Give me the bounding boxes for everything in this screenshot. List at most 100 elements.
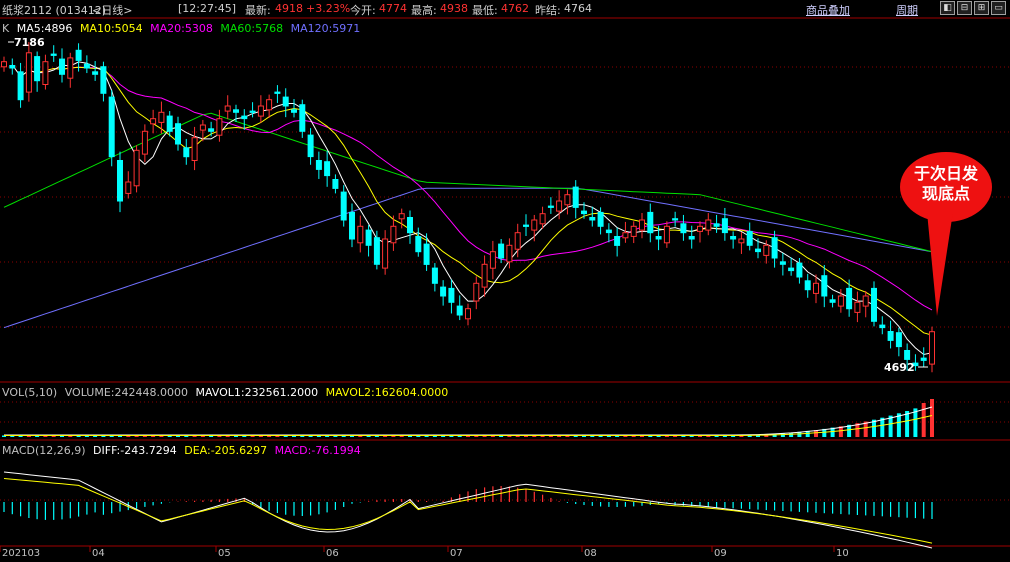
callout-line2: 现底点	[921, 184, 970, 203]
candle-body-40	[332, 179, 339, 189]
candle-body-36	[299, 104, 306, 132]
candle-body-80	[663, 225, 670, 244]
candle-body-103	[854, 301, 861, 313]
x-label-6: 09	[714, 548, 727, 559]
candle-body-57	[473, 282, 480, 302]
candle-body-99	[821, 275, 828, 297]
candle-body-42	[349, 211, 355, 240]
candle-body-8	[67, 57, 74, 79]
candle-body-15	[125, 181, 132, 194]
candle-body-77	[639, 219, 645, 231]
candle-body-84	[697, 225, 703, 232]
volume-bar-109	[905, 411, 910, 437]
candle-body-18	[150, 118, 157, 125]
candle-body-5	[42, 61, 49, 85]
candle-body-47	[390, 225, 397, 244]
candle-body-0	[1, 61, 7, 68]
candle-body-87	[721, 218, 728, 234]
candle-body-64	[531, 219, 538, 231]
candle-body-31	[257, 105, 264, 117]
candle-body-11	[92, 71, 99, 75]
candle-body-34	[282, 96, 289, 107]
candle-body-92	[763, 244, 770, 256]
candle-body-112	[929, 331, 935, 365]
candle-body-104	[862, 295, 869, 307]
candle-body-89	[738, 238, 745, 244]
candle-body-86	[713, 223, 720, 227]
candle-body-67	[556, 200, 563, 212]
candle-body-1	[9, 65, 16, 69]
candle-body-102	[846, 287, 853, 310]
x-label-5: 08	[584, 548, 597, 559]
candle-body-52	[431, 267, 438, 284]
candle-body-41	[340, 191, 347, 221]
candle-body-78	[647, 211, 654, 234]
candle-body-22	[183, 147, 190, 158]
candle-body-62	[514, 232, 521, 250]
x-label-0: 202103	[2, 548, 41, 559]
candle-body-56	[465, 308, 471, 320]
candle-body-21	[175, 123, 181, 145]
x-label-2: 05	[218, 548, 231, 559]
candle-body-32	[266, 99, 273, 111]
candle-body-16	[133, 149, 140, 187]
candle-body-59	[489, 251, 496, 269]
candle-body-90	[746, 230, 753, 246]
candle-body-63	[523, 224, 529, 227]
volume-bar-111	[921, 403, 926, 437]
candle-body-70	[581, 210, 587, 215]
candle-body-74	[614, 236, 621, 246]
candle-body-25	[208, 128, 215, 132]
candle-body-7	[59, 58, 65, 75]
volume-bar-110	[913, 408, 918, 437]
candle-body-101	[837, 295, 844, 307]
candle-body-85	[705, 219, 712, 231]
macd-dea-line	[3, 478, 933, 544]
candle-body-105	[871, 287, 877, 322]
candle-body-13	[108, 96, 115, 158]
candle-body-17	[141, 130, 148, 155]
kline-chart[interactable]: 7186 4692	[0, 0, 1010, 562]
candle-body-30	[249, 110, 256, 113]
candle-body-19	[158, 111, 165, 123]
candle-body-37	[307, 134, 314, 158]
candle-body-98	[813, 282, 819, 294]
candle-body-23	[191, 137, 198, 161]
candle-body-33	[274, 91, 281, 94]
candle-body-58	[481, 263, 488, 288]
candle-body-93	[771, 237, 778, 259]
candle-body-60	[498, 243, 505, 259]
ma5-line	[11, 61, 933, 356]
high-mark: 7186	[14, 36, 45, 49]
candle-body-10	[83, 63, 90, 69]
candle-body-95	[788, 267, 795, 272]
candle-body-46	[382, 238, 389, 269]
candle-body-96	[796, 262, 803, 278]
candle-body-14	[117, 160, 123, 202]
volume-bar-108	[896, 413, 901, 437]
candle-body-82	[680, 223, 687, 234]
candle-body-24	[199, 124, 206, 131]
candle-body-75	[622, 232, 629, 239]
volume-bar-112	[930, 399, 934, 437]
candle-body-26	[216, 118, 223, 136]
candle-body-27	[224, 105, 231, 112]
candle-body-39	[324, 161, 331, 177]
candle-body-94	[779, 261, 786, 265]
candle-body-51	[423, 243, 430, 265]
candle-body-83	[688, 236, 695, 240]
x-label-7: 10	[836, 548, 849, 559]
callout-line1: 于次日发	[913, 164, 978, 183]
candle-body-35	[291, 109, 297, 113]
x-label-1: 04	[92, 548, 105, 559]
candle-body-6	[50, 53, 57, 56]
candle-body-100	[829, 299, 836, 303]
mavol1-line	[4, 406, 933, 436]
candle-body-55	[456, 305, 463, 316]
candle-body-20	[166, 115, 173, 132]
candle-body-97	[804, 280, 811, 291]
candle-body-29	[241, 115, 248, 120]
candle-body-48	[398, 213, 405, 220]
low-mark: 4692	[884, 361, 915, 374]
candle-body-4	[34, 56, 41, 82]
